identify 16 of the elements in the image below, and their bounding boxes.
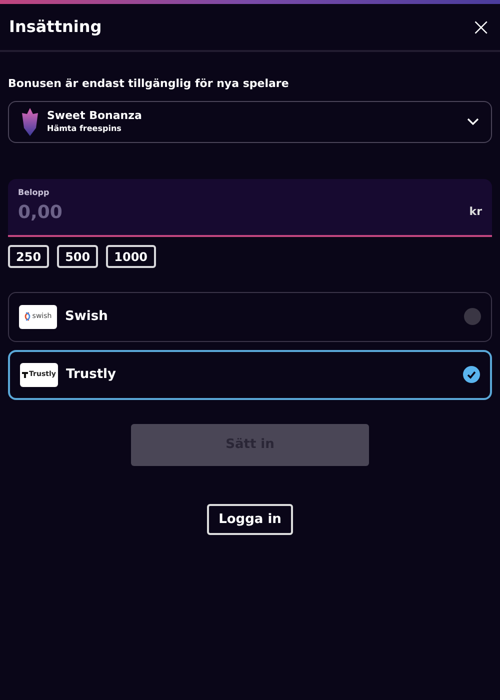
amount-chip[interactable]: 500 (57, 244, 98, 268)
bonus-name: Sweet Bonanza (47, 109, 143, 122)
crystal-icon (21, 108, 39, 136)
bonus-dropdown[interactable]: Sweet Bonanza Hämta freespins (8, 100, 492, 142)
bonus-notice: Bonusen är endast tillgänglig för nya spelare (8, 76, 290, 92)
currency-label: kr (469, 204, 482, 220)
amount-chip[interactable]: 1000 (106, 244, 156, 268)
radio-checked-icon[interactable] (463, 366, 480, 383)
modal-title: Insättning (9, 16, 102, 38)
radio-button[interactable] (464, 308, 481, 325)
field-label: Belopp (18, 186, 50, 198)
bonus-subtitle: Hämta freespins (47, 122, 122, 134)
close-button[interactable]: × (471, 17, 491, 37)
login-button[interactable]: Logga in (206, 504, 294, 535)
amount-chip[interactable]: 250 (8, 244, 50, 268)
amount-input[interactable]: 0,00 (18, 198, 218, 226)
